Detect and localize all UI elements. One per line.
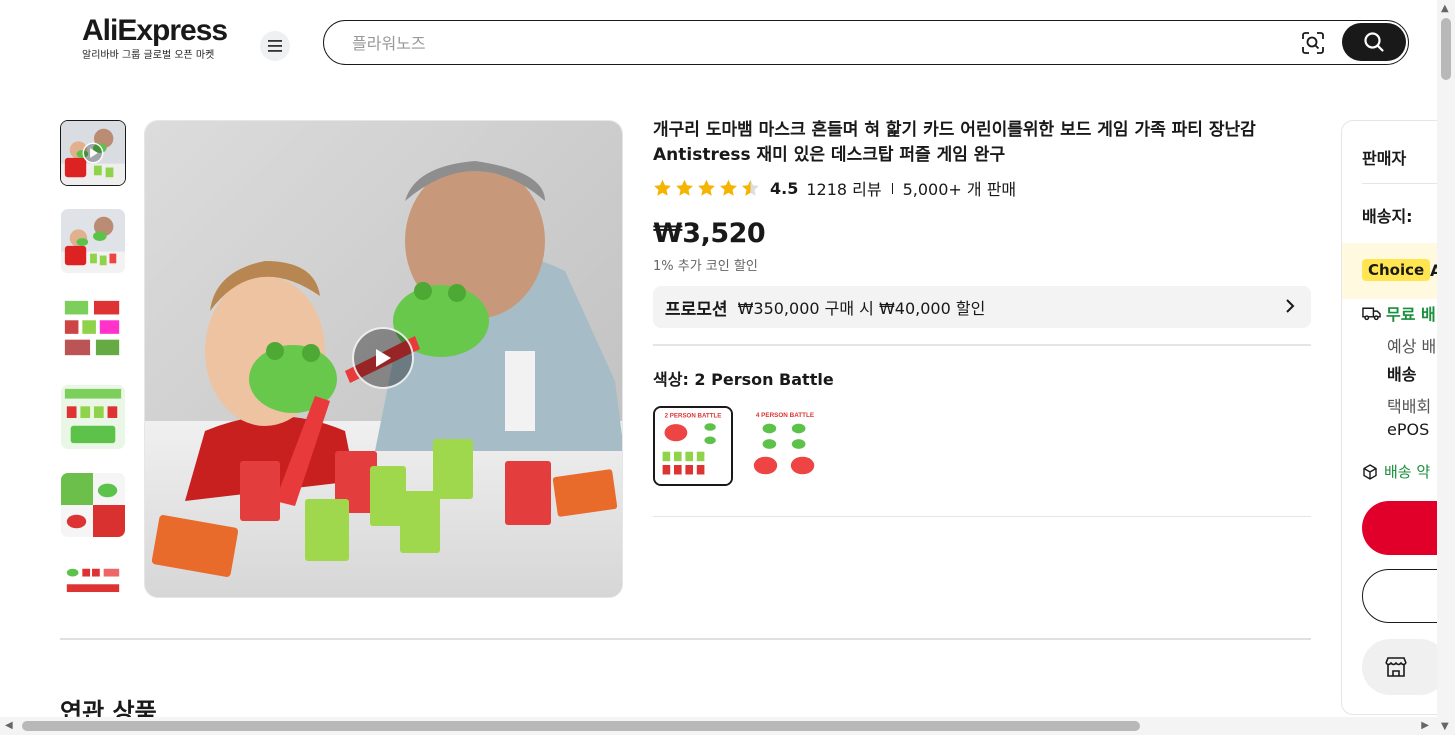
aliexpress-logo[interactable]: AliExpress 알리바바 그룹 글로벌 오픈 마켓 — [82, 14, 242, 63]
product-info: 개구리 도마뱀 마스크 흔들며 혀 핥기 카드 어린이를위한 보드 게임 가족 … — [653, 118, 1311, 517]
add-to-cart-button[interactable] — [1362, 569, 1441, 623]
logo-tagline: 알리바바 그룹 글로벌 오픈 마켓 — [82, 50, 215, 61]
divider — [653, 515, 1311, 517]
delivery-promise-text: 배송 약 — [1384, 463, 1431, 481]
scroll-down-icon[interactable]: ▼ — [1441, 721, 1449, 732]
promotion-label: 프로모션 — [665, 299, 728, 320]
star-icon — [720, 179, 737, 196]
scroll-left-icon[interactable]: ◀ — [5, 720, 13, 731]
divider — [653, 344, 1311, 346]
star-icon — [698, 179, 715, 196]
store-icon — [1385, 657, 1407, 677]
hamburger-icon — [268, 40, 282, 52]
camera-scan-icon — [1302, 32, 1324, 54]
delivery-promise[interactable]: 배송 약 — [1362, 461, 1430, 482]
horizontal-scrollbar[interactable]: ◀ ▶ — [0, 717, 1437, 735]
expected-delivery: 예상 배 — [1387, 337, 1437, 356]
search-button[interactable] — [1342, 23, 1406, 61]
logo-text: AliExpress — [82, 14, 228, 47]
price: ₩3,520 — [653, 218, 766, 249]
divider — [891, 182, 893, 194]
thumbnail-image-3[interactable] — [60, 296, 126, 362]
buy-now-button[interactable] — [1362, 501, 1441, 555]
free-shipping-text: 무료 배 — [1386, 305, 1436, 324]
play-icon — [376, 349, 391, 367]
swatch-label: 2 PERSON BATTLE — [665, 412, 722, 419]
star-icon — [676, 179, 693, 196]
vertical-scroll-thumb[interactable] — [1441, 18, 1451, 80]
store-button[interactable] — [1362, 639, 1441, 695]
choice-badge: Choice — [1362, 259, 1431, 281]
video-play-button[interactable] — [352, 327, 414, 389]
swatch-4-person-battle[interactable]: 4 PERSON BATTLE — [745, 406, 825, 486]
truck-icon — [1362, 307, 1381, 321]
image-search-button[interactable] — [1300, 30, 1326, 56]
section-divider — [60, 638, 1311, 640]
purchase-panel: 판매자 배송지: Choice A 무료 배 예상 배 배송 택배회 ePOS … — [1341, 120, 1441, 715]
ship-to-label[interactable]: 배송지: — [1362, 203, 1413, 227]
color-label: 색상: 2 Person Battle — [653, 369, 834, 389]
delivery-date: 배송 — [1387, 365, 1417, 384]
product-page: AliExpress 알리바바 그룹 글로벌 오픈 마켓 플라워노즈 개구리 도… — [0, 0, 1455, 735]
swatch-2-person-battle[interactable]: 2 PERSON BATTLE — [653, 405, 733, 486]
search-input[interactable] — [352, 31, 1252, 55]
promotion-banner[interactable]: 프로모션 ₩350,000 구매 시 ₩40,000 할인 — [653, 286, 1311, 328]
thumbnail-video[interactable] — [60, 120, 126, 186]
promotion-text: ₩350,000 구매 시 ₩40,000 할인 — [737, 299, 986, 318]
main-product-image[interactable] — [144, 120, 623, 598]
swatch-label: 4 PERSON BATTLE — [756, 411, 814, 418]
menu-button[interactable] — [260, 31, 290, 61]
thumbnail-image-4[interactable] — [60, 384, 126, 450]
scroll-up-icon[interactable]: ▲ — [1441, 3, 1449, 14]
thumbnail-image-2[interactable] — [60, 208, 126, 274]
rating-value: 4.5 — [770, 178, 799, 198]
horizontal-scroll-thumb[interactable] — [22, 721, 1140, 731]
thumbnail-image-5[interactable] — [60, 472, 126, 538]
scroll-right-icon[interactable]: ▶ — [1421, 720, 1429, 731]
color-swatches: 2 PERSON BATTLE 4 PERSON BATTLE — [653, 405, 1311, 486]
seller-label[interactable]: 판매자 — [1362, 145, 1406, 169]
review-count[interactable]: 1218 리뷰 — [806, 176, 881, 200]
courier-label: 택배회 — [1387, 397, 1432, 416]
search-bar — [323, 20, 1409, 65]
search-icon — [1364, 32, 1384, 52]
free-shipping[interactable]: 무료 배 — [1362, 301, 1436, 325]
star-icon — [654, 179, 671, 196]
rating-row[interactable]: 4.5 1218 리뷰 5,000+ 개 판매 — [653, 176, 1311, 200]
thumbnail-list — [60, 120, 128, 598]
thumbnail-image-6[interactable] — [60, 560, 126, 598]
product-title: 개구리 도마뱀 마스크 흔들며 혀 핥기 카드 어린이를위한 보드 게임 가족 … — [653, 120, 1256, 165]
half-star-icon — [742, 179, 759, 196]
vertical-scrollbar[interactable]: ▲ ▼ — [1437, 0, 1455, 735]
courier-name: ePOS — [1387, 420, 1430, 439]
chevron-right-icon — [1286, 299, 1295, 313]
divider — [1362, 183, 1441, 184]
sold-count: 5,000+ 개 판매 — [902, 180, 1017, 199]
rating-stars — [653, 179, 760, 197]
coin-discount: 1% 추가 코인 할인 — [653, 259, 758, 274]
box-icon — [1363, 463, 1377, 480]
